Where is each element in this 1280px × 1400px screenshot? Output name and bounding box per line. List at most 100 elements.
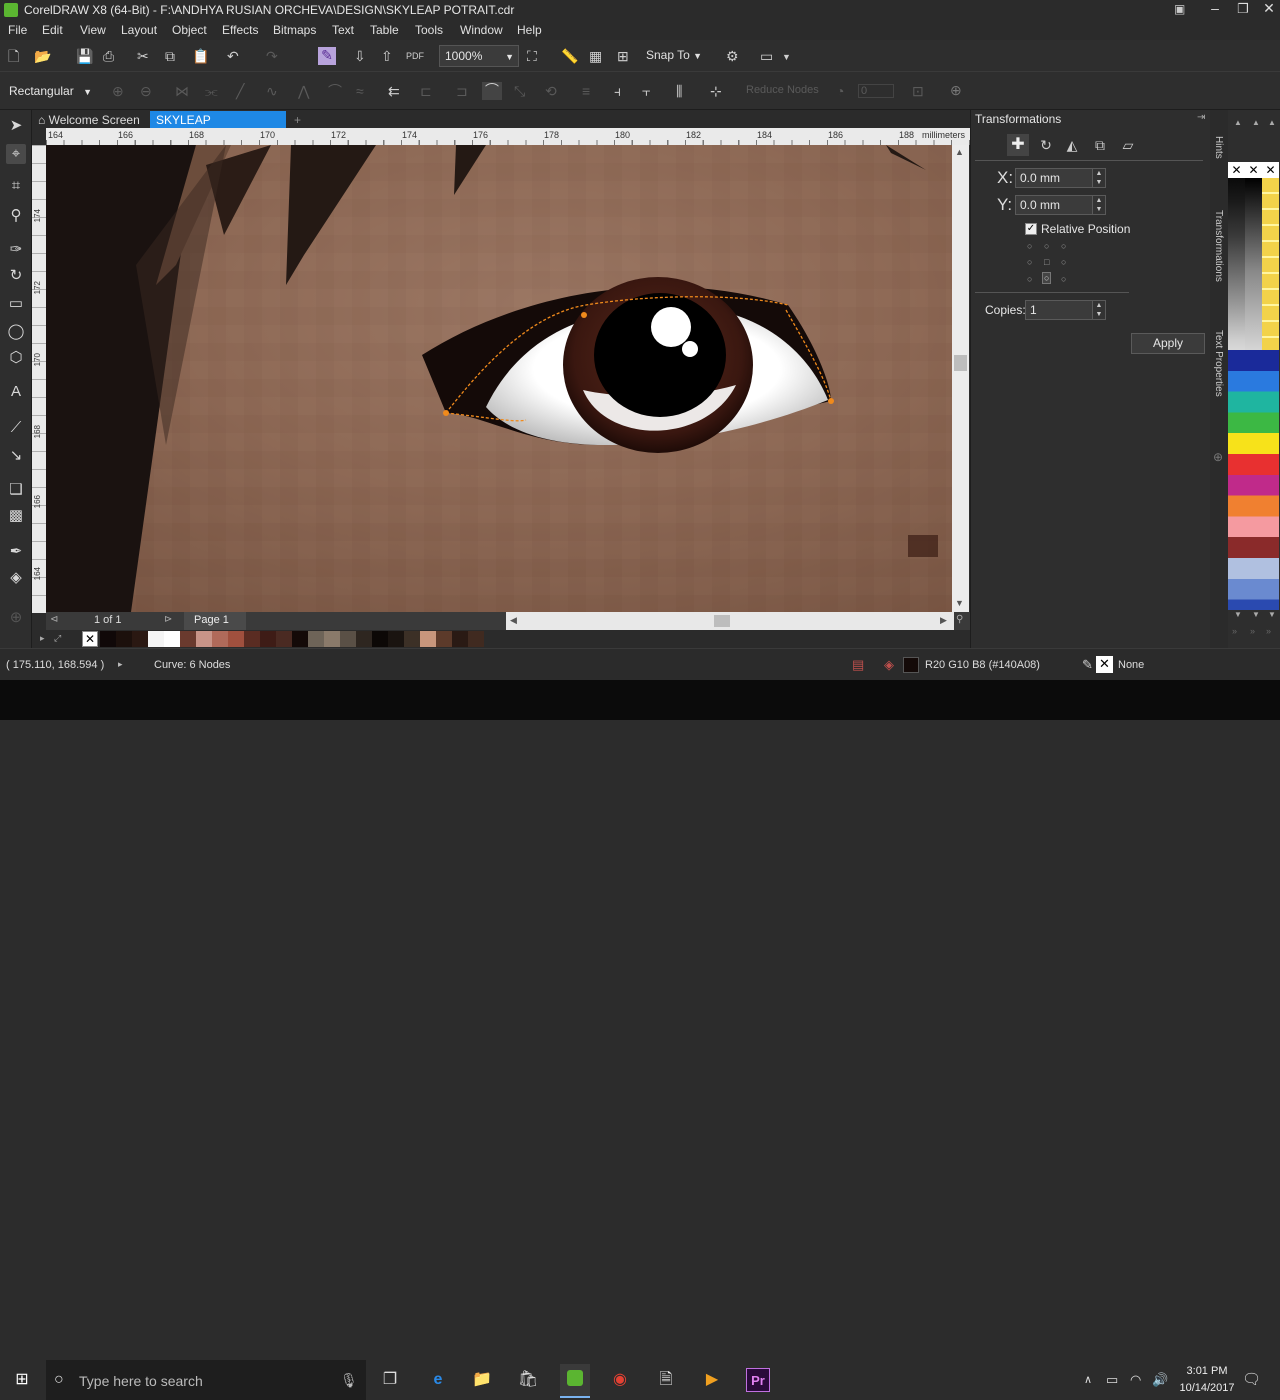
menu-tools[interactable]: Tools <box>415 23 443 37</box>
clock-date[interactable]: 10/14/2017 <box>1174 1382 1240 1394</box>
notepad-icon[interactable]: 🗎 <box>654 1368 678 1392</box>
add-docker-icon[interactable]: ⊕ <box>1213 450 1223 464</box>
palette-menu-icon[interactable]: ▸ <box>40 633 45 644</box>
scale-mirror-icon[interactable]: ◭ <box>1061 134 1083 156</box>
color-swatches-column[interactable] <box>1228 350 1279 610</box>
color-swatch[interactable] <box>132 631 148 647</box>
color-swatch[interactable] <box>420 631 436 647</box>
application-launcher-icon[interactable]: ▭ <box>760 48 773 64</box>
color-swatch[interactable] <box>244 631 260 647</box>
menu-layout[interactable]: Layout <box>121 23 157 37</box>
titlebar-docker-icon[interactable]: ▣ <box>1174 2 1185 16</box>
paste-icon[interactable]: 📋 <box>192 48 209 64</box>
transformations-tab[interactable]: Transformations <box>1213 210 1224 282</box>
copies-field[interactable]: 1 <box>1025 300 1099 320</box>
first-page-icon[interactable]: ⊲ <box>50 614 58 625</box>
volume-icon[interactable]: 🔊 <box>1152 1372 1168 1388</box>
menu-table[interactable]: Table <box>370 23 399 37</box>
mirror-horizontal-icon[interactable]: ⫞ <box>614 83 621 99</box>
cusp-node-icon[interactable]: ⋀ <box>298 83 309 99</box>
menu-text[interactable]: Text <box>332 23 354 37</box>
eyedropper-tool-icon[interactable]: ✒ <box>6 542 26 562</box>
polygon-tool-icon[interactable]: ⬡ <box>6 348 26 368</box>
color-swatch[interactable] <box>292 631 308 647</box>
last-page-icon[interactable]: ⊳ <box>164 614 172 625</box>
smooth-node-icon[interactable]: ⌒ <box>328 83 342 99</box>
close-button[interactable]: ✕ <box>1262 0 1276 17</box>
chrome-icon[interactable]: ◉ <box>608 1368 632 1392</box>
no-fill-swatch[interactable]: ✕ <box>1262 162 1279 178</box>
to-line-icon[interactable]: ╱ <box>236 83 244 99</box>
color-swatch[interactable] <box>356 631 372 647</box>
media-player-icon[interactable]: ▶ <box>700 1368 724 1392</box>
palette-expand-icon[interactable]: » <box>1266 626 1271 636</box>
windows-start-icon[interactable]: ⊞ <box>10 1368 34 1392</box>
full-screen-icon[interactable]: ⛶ <box>527 48 537 64</box>
vertical-scrollbar[interactable]: ▲ ▼ <box>952 145 969 612</box>
anchor-point-grid[interactable]: ○ ○ ○ ○ □ ○ ○ ○ ○ <box>1027 241 1077 291</box>
new-document-icon[interactable]: 🗋 <box>8 48 19 64</box>
guidelines-icon[interactable]: ⊞ <box>617 48 629 64</box>
skew-transform-icon[interactable]: ▱ <box>1117 134 1139 156</box>
task-view-icon[interactable]: ❐ <box>378 1368 402 1392</box>
color-swatch[interactable] <box>372 631 388 647</box>
color-swatch[interactable] <box>196 631 212 647</box>
coreldraw-taskbar-icon[interactable] <box>560 1364 590 1398</box>
hints-tab[interactable]: Hints <box>1213 136 1224 159</box>
scroll-left-icon[interactable]: ◀ <box>510 615 517 626</box>
palette-scroll-up-icon[interactable]: ▲ <box>1234 118 1242 127</box>
selection-area-icon[interactable]: ⊡ <box>912 83 924 99</box>
mirror-vertical-icon[interactable]: ⫟ <box>642 83 650 99</box>
no-fill-swatch[interactable]: ✕ <box>1228 162 1245 178</box>
connector-tool-icon[interactable]: ↘ <box>6 446 26 466</box>
horizontal-scrollbar[interactable]: ◀ ▶ <box>506 612 954 630</box>
transparency-tool-icon[interactable]: ▩ <box>6 506 26 526</box>
scroll-up-icon[interactable]: ▲ <box>955 147 964 157</box>
zoom-tool-icon[interactable]: ⚲ <box>6 206 26 226</box>
anchor-point[interactable]: ○ <box>1061 257 1066 267</box>
color-swatch[interactable] <box>212 631 228 647</box>
color-swatch[interactable] <box>340 631 356 647</box>
menu-edit[interactable]: Edit <box>42 23 63 37</box>
pick-tool-icon[interactable]: ➤ <box>6 116 26 136</box>
export-icon[interactable]: ⇧ <box>381 48 393 64</box>
clock-time[interactable]: 3:01 PM <box>1180 1365 1234 1377</box>
no-fill-swatch[interactable]: ✕ <box>1245 162 1262 178</box>
color-swatch[interactable] <box>388 631 404 647</box>
color-swatch[interactable] <box>164 631 180 647</box>
rectangle-tool-icon[interactable]: ▭ <box>6 294 26 314</box>
outline-none-icon[interactable]: ✕ <box>1096 656 1113 673</box>
microphone-icon[interactable]: 🎙 <box>340 1372 358 1389</box>
no-color-swatch[interactable]: ✕ <box>82 631 98 647</box>
interactive-fill-icon[interactable]: ◈ <box>6 568 26 588</box>
horizontal-scroll-thumb[interactable] <box>714 615 730 627</box>
menu-bitmaps[interactable]: Bitmaps <box>273 23 316 37</box>
navigator-icon[interactable]: ⚲ <box>956 614 963 625</box>
menu-object[interactable]: Object <box>172 23 207 37</box>
status-expand-icon[interactable]: ▸ <box>118 659 123 670</box>
fill-bucket-icon[interactable]: ◈ <box>884 657 894 673</box>
cut-icon[interactable]: ✂ <box>137 48 149 64</box>
parallel-dimension-icon[interactable]: ⟋ <box>6 418 26 438</box>
extend-curve-icon[interactable]: ⊏ <box>420 83 432 99</box>
apply-button[interactable]: Apply <box>1131 333 1205 354</box>
curve-smoothness-field[interactable]: 0 <box>858 84 894 98</box>
selection-mode-dropdown[interactable]: Rectangular ▼ <box>3 80 97 102</box>
corel-connect-icon[interactable]: ✎ <box>318 47 336 65</box>
x-spinner[interactable]: ▲ ▼ <box>1092 168 1106 188</box>
open-folder-icon[interactable]: 📂 <box>34 48 51 64</box>
anchor-point[interactable]: ○ <box>1061 274 1066 284</box>
menu-help[interactable]: Help <box>517 23 542 37</box>
add-tool-icon[interactable]: ⊕ <box>6 608 26 628</box>
close-curve-icon[interactable]: ⌒ <box>482 82 502 100</box>
reduce-nodes-button[interactable]: Reduce Nodes <box>746 84 819 96</box>
docker-pin-icon[interactable]: ⇥ <box>1197 112 1205 123</box>
palette-scroll-up-icon[interactable]: ▲ <box>1268 118 1276 127</box>
redo-icon[interactable]: ↷ <box>266 48 278 64</box>
freehand-tool-icon[interactable]: ✑ <box>6 240 26 260</box>
palette-scroll-down-icon[interactable]: ▼ <box>1268 610 1276 619</box>
anchor-point-selected[interactable]: ○ <box>1042 272 1052 284</box>
import-icon[interactable]: ⇩ <box>354 48 366 64</box>
horizontal-ruler[interactable]: 164 166 168 170 172 174 176 178 180 182 … <box>46 128 970 145</box>
fill-color-swatch[interactable] <box>903 657 919 673</box>
